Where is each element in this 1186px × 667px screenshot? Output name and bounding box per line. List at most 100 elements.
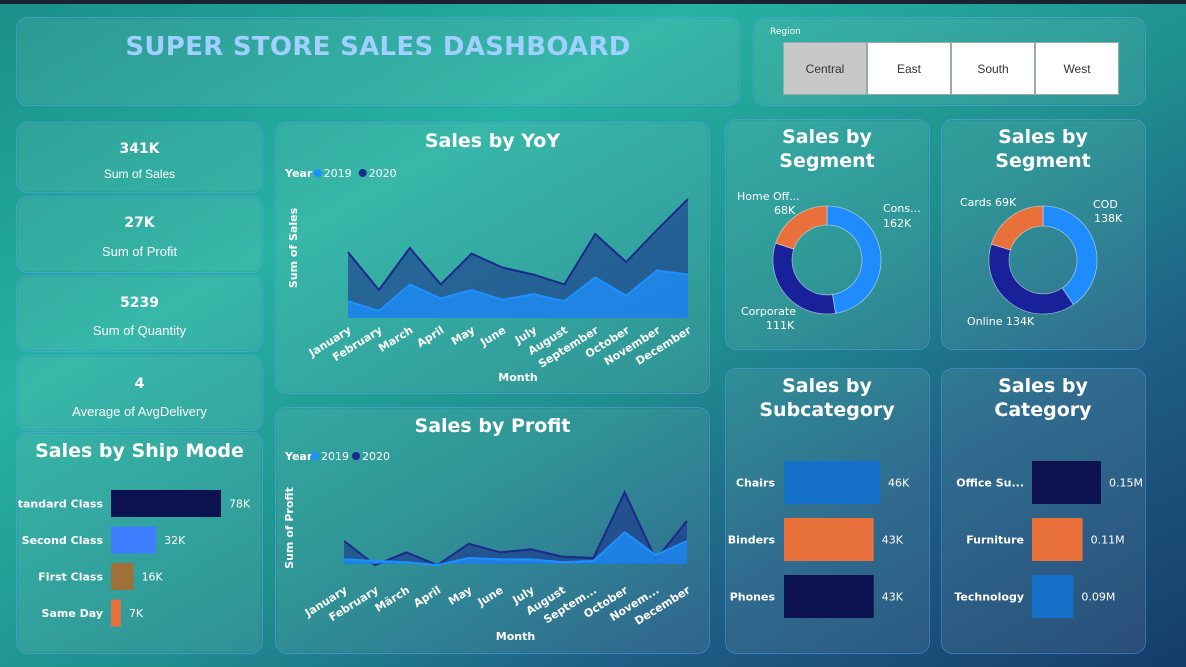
kpi-value: 27K (124, 215, 155, 231)
window-top-bar (0, 0, 1186, 4)
bar-category-label: First Class (38, 571, 103, 584)
segment-panel: Sales by Segment Home Off... 68K Cons... 16… (725, 119, 930, 350)
bar (111, 526, 157, 554)
bar-category-label: Binders (728, 534, 776, 547)
legend-entry: 2020 (369, 167, 397, 180)
bar (784, 575, 874, 618)
y-axis-label: Sum of Sales (287, 207, 300, 288)
yoy-chart: Year 2019 2020JanuaryFebruaryMarch April May… (284, 167, 694, 384)
payment-donut-chart: Cards 69K COD138K Online 134K (960, 196, 1123, 328)
bar-category-label: Office Su... (956, 477, 1024, 490)
x-tick-label: March (376, 324, 415, 355)
region-slicer-label: Region (770, 27, 801, 37)
legend-title: Year (284, 450, 313, 463)
bar-category-label: Same Day (42, 607, 103, 620)
bar-category-label: Standard Class (17, 498, 103, 511)
legend-entry: 2020 (362, 450, 390, 463)
kpi-value: 5239 (120, 295, 159, 311)
slice-label: Cons... (883, 202, 921, 215)
kpi-card-sales: 341K Sum of Sales (16, 122, 263, 193)
bar-value-label: 7K (129, 607, 144, 620)
slice-label: Cards 69K (960, 196, 1017, 209)
subcategory-chart: Chairs 46K Binders 43K Phones 43K (728, 461, 910, 618)
kpi-label: Sum of Quantity (92, 323, 187, 338)
x-axis-label: Month (498, 371, 537, 384)
bar-value-label: 0.09M (1081, 591, 1115, 604)
dashboard-title: SUPER STORE SALES DASHBOARD (125, 32, 631, 62)
bar-value-label: 46K (888, 477, 910, 490)
bar (784, 461, 880, 504)
x-tick-label: Märch (373, 584, 412, 615)
region-button-west[interactable]: West (1035, 42, 1119, 95)
kpi-value: 4 (134, 376, 145, 392)
payment-panel: Sales by Segment Cards 69K COD 138K Online … (941, 119, 1146, 350)
bar-category-label: Second Class (22, 534, 104, 547)
x-tick-label: June (475, 584, 506, 610)
x-tick-label: May (446, 584, 474, 608)
bar (1032, 575, 1074, 618)
legend-marker (313, 169, 322, 177)
kpi-label: Sum of Sales (103, 167, 176, 181)
category-chart: Office Su... 0.15M Furniture 0.11M Technolog… (954, 461, 1143, 618)
legend-marker (311, 452, 319, 460)
slice-value: 138K (1094, 212, 1123, 225)
bar-value-label: 32K (164, 534, 186, 547)
bar-category-label: Furniture (966, 534, 1024, 547)
title-panel: SUPER STORE SALES DASHBOARD (16, 17, 740, 106)
bar (111, 599, 121, 627)
kpi-label: Sum of Profit (101, 244, 178, 259)
legend-entry: 2019 (321, 450, 349, 463)
slice-value: 162K (883, 217, 912, 230)
kpi-card-avg-delivery: 4 Average of AvgDelivery (16, 355, 263, 431)
donut-slice (1042, 205, 1098, 306)
yoy-panel: Sales by YoY Year 2019 2020 January February… (275, 122, 710, 394)
bar (1032, 518, 1083, 561)
segment-donut-chart: Home Off...68K Cons... 162K Corporate111K (737, 190, 921, 332)
profit-chart: Year 2019 2020JanuaryFebruaryMärch April May… (283, 450, 693, 643)
bar-value-label: 16K (142, 571, 164, 584)
legend-marker (358, 169, 367, 177)
kpi-value: 341K (119, 141, 160, 157)
region-button-east[interactable]: East (867, 42, 951, 95)
legend-marker (352, 452, 360, 460)
donut-slice (826, 205, 882, 314)
slice-label: Corporate (741, 305, 796, 318)
bar-value-label: 0.15M (1109, 477, 1143, 490)
bar-value-label: 0.11M (1091, 534, 1125, 547)
bar (111, 490, 221, 517)
kpi-label: Average of AvgDelivery (72, 404, 207, 419)
bar (111, 563, 134, 590)
slice-label: Home Off... (737, 190, 800, 203)
category-panel: Sales by Category Office Su... 0.15M Furni… (941, 368, 1146, 654)
y-axis-label: Sum of Profit (283, 487, 296, 569)
region-button-south[interactable]: South (951, 42, 1035, 95)
legend-entry: 2019 (324, 167, 352, 180)
x-tick-label: June (477, 324, 508, 350)
bar-category-label: Phones (730, 591, 776, 604)
x-tick-label: May (449, 324, 477, 348)
donut-slice (772, 242, 836, 315)
bar (1032, 461, 1101, 504)
bar-value-label: 78K (229, 498, 251, 511)
x-tick-label: April (415, 324, 447, 351)
x-tick-label: April (411, 584, 443, 611)
slice-value: 68K (774, 204, 796, 217)
subcategory-panel: Sales by Subcategory Chairs 46K Binders 43K… (725, 368, 930, 654)
x-axis-label: Month (496, 630, 535, 643)
bar-category-label: Chairs (736, 477, 776, 490)
slice-label: COD (1093, 198, 1118, 211)
kpi-card-quantity: 5239 Sum of Quantity (16, 275, 263, 352)
donut-slice (988, 243, 1074, 315)
ship-mode-chart: Standard Class 78K Second Class 32K First Cl… (17, 490, 251, 627)
bar-value-label: 43K (882, 591, 904, 604)
bar-value-label: 43K (882, 534, 904, 547)
kpi-card-profit: 27K Sum of Profit (16, 196, 263, 273)
bar (784, 518, 874, 561)
donut-slice (990, 205, 1044, 251)
slice-value: 111K (766, 319, 795, 332)
ship-mode-panel: Sales by Ship Mode Standard Class 78K Seco… (16, 432, 263, 654)
bar-category-label: Technology (954, 591, 1024, 604)
region-button-central[interactable]: Central (783, 42, 867, 95)
legend-title: Year (284, 167, 313, 180)
profit-panel: Sales by Profit Year 2019 2020 January Febru… (275, 407, 710, 654)
